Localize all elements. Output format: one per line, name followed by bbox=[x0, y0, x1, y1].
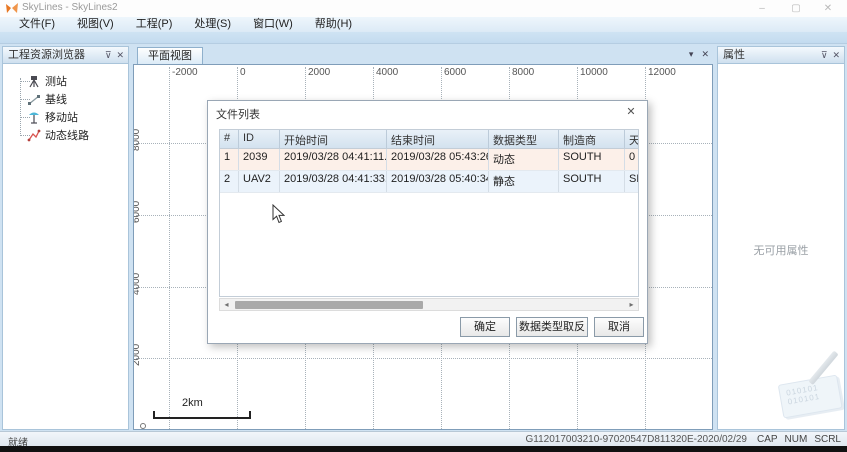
tab-plan-view[interactable]: 平面视图 bbox=[137, 47, 203, 64]
flag-cap: CAP bbox=[757, 434, 778, 445]
ruler-tick-label: 4000 bbox=[133, 273, 142, 295]
status-bar: 就绪 G112017003210-97020547D811320E-2020/0… bbox=[0, 431, 847, 446]
close-icon[interactable]: ✕ bbox=[832, 47, 840, 63]
minimize-button[interactable]: – bbox=[747, 1, 777, 16]
gridline-h bbox=[136, 429, 712, 430]
no-properties-text: 无可用属性 bbox=[718, 242, 844, 258]
horizontal-scrollbar[interactable]: ◂ ▸ bbox=[219, 298, 639, 311]
tree-item-baseline[interactable]: 基线 bbox=[13, 90, 128, 108]
license-info-text: G112017003210-97020547D811320E-2020/02/2… bbox=[526, 434, 748, 445]
pin-icon[interactable]: ⊽ bbox=[105, 47, 112, 63]
dialog-close-icon[interactable]: ✕ bbox=[624, 105, 638, 119]
tree-item-dynamic-route[interactable]: 动态线路 bbox=[13, 126, 128, 144]
tab-close-icon[interactable]: ✕ bbox=[701, 49, 709, 60]
window-title: SkyLines - SkyLines2 bbox=[22, 2, 118, 13]
document-tab-bar: 平面视图 ▾ ✕ bbox=[133, 46, 713, 64]
col-header[interactable]: ID bbox=[239, 130, 280, 148]
scrollbar-thumb[interactable] bbox=[235, 301, 423, 309]
close-button[interactable]: ✕ bbox=[813, 1, 843, 16]
tab-list-dropdown-icon[interactable]: ▾ bbox=[689, 49, 694, 60]
title-bar: SkyLines - SkyLines2 – ▢ ✕ bbox=[0, 0, 847, 17]
scale-bar bbox=[153, 411, 251, 419]
letterbox-bar bbox=[0, 446, 847, 452]
ruler-tick-label: 0 bbox=[240, 67, 246, 78]
tree-item-label: 移动站 bbox=[45, 109, 78, 125]
tree-item-label: 测站 bbox=[45, 73, 67, 89]
keyboard-flags: CAP NUM SCRL bbox=[757, 434, 841, 445]
col-header[interactable]: # bbox=[220, 130, 239, 148]
gridline-v bbox=[169, 67, 170, 429]
properties-panel: 无可用属性 010101 010101 bbox=[717, 64, 845, 430]
table-header-row: # ID 开始时间 结束时间 数据类型 制造商 天 bbox=[220, 130, 639, 149]
col-header[interactable]: 开始时间 bbox=[280, 130, 387, 148]
mouse-cursor bbox=[272, 204, 285, 224]
left-panel-title: 工程资源浏览器 bbox=[8, 49, 85, 61]
col-header[interactable]: 结束时间 bbox=[387, 130, 489, 148]
ok-button[interactable]: 确定 bbox=[460, 317, 510, 337]
dialog-title: 文件列表 bbox=[216, 106, 260, 122]
menu-process[interactable]: 处理(S) bbox=[183, 17, 242, 32]
left-panel-header: 工程资源浏览器 ⊽ ✕ bbox=[2, 46, 129, 64]
ruler-tick-label: 6000 bbox=[133, 201, 142, 223]
menu-help[interactable]: 帮助(H) bbox=[304, 17, 363, 32]
tree-item-station[interactable]: 测站 bbox=[13, 72, 128, 90]
origin-marker bbox=[140, 423, 146, 429]
cancel-button[interactable]: 取消 bbox=[594, 317, 644, 337]
properties-panel-header: 属性 ⊽ ✕ bbox=[717, 46, 845, 64]
ruler-tick-label: 10000 bbox=[580, 67, 608, 78]
tree-item-label: 动态线路 bbox=[45, 127, 89, 143]
ruler-tick-label: -2000 bbox=[172, 67, 198, 78]
flag-scrl: SCRL bbox=[814, 434, 841, 445]
properties-panel-title: 属性 bbox=[723, 49, 745, 61]
table-row[interactable]: 1 2039 2019/03/28 04:41:11.000 2019/03/2… bbox=[220, 149, 639, 171]
menu-file[interactable]: 文件(F) bbox=[8, 17, 66, 32]
ruler-tick-label: 8000 bbox=[133, 129, 142, 151]
watermark-logo: 010101 010101 bbox=[772, 363, 845, 427]
maximize-button[interactable]: ▢ bbox=[781, 1, 811, 16]
table-row[interactable]: 2 UAV2 2019/03/28 04:41:33.200 2019/03/2… bbox=[220, 171, 639, 193]
toolbar-strip bbox=[0, 32, 847, 44]
close-icon[interactable]: ✕ bbox=[116, 47, 124, 63]
scroll-right-icon[interactable]: ▸ bbox=[625, 299, 638, 310]
menu-window[interactable]: 窗口(W) bbox=[242, 17, 304, 32]
menu-project[interactable]: 工程(P) bbox=[125, 17, 184, 32]
col-header[interactable]: 数据类型 bbox=[489, 130, 559, 148]
ruler-tick-label: 2000 bbox=[133, 344, 142, 366]
ruler-tick-label: 4000 bbox=[376, 67, 398, 78]
invert-datatype-button[interactable]: 数据类型取反 bbox=[516, 317, 588, 337]
ruler-tick-label: 2000 bbox=[308, 67, 330, 78]
tree-item-rover[interactable]: 移动站 bbox=[13, 108, 128, 126]
col-header[interactable]: 制造商 bbox=[559, 130, 625, 148]
pin-icon[interactable]: ⊽ bbox=[821, 47, 828, 63]
menu-bar: 文件(F) 视图(V) 工程(P) 处理(S) 窗口(W) 帮助(H) bbox=[0, 17, 847, 32]
app-logo-icon bbox=[6, 3, 18, 14]
ruler-tick-label: 6000 bbox=[444, 67, 466, 78]
ruler-tick-label: 8000 bbox=[512, 67, 534, 78]
flag-num: NUM bbox=[785, 434, 808, 445]
scale-label: 2km bbox=[182, 397, 203, 409]
menu-view[interactable]: 视图(V) bbox=[66, 17, 125, 32]
app-window: SkyLines - SkyLines2 – ▢ ✕ 文件(F) 视图(V) 工… bbox=[0, 0, 847, 452]
gridline-h bbox=[136, 358, 712, 359]
col-header[interactable]: 天 bbox=[625, 130, 639, 148]
project-resource-tree: 测站 基线 移动站 bbox=[2, 64, 129, 430]
scroll-left-icon[interactable]: ◂ bbox=[220, 299, 233, 310]
tree-item-label: 基线 bbox=[45, 91, 67, 107]
ruler-tick-label: 12000 bbox=[648, 67, 676, 78]
